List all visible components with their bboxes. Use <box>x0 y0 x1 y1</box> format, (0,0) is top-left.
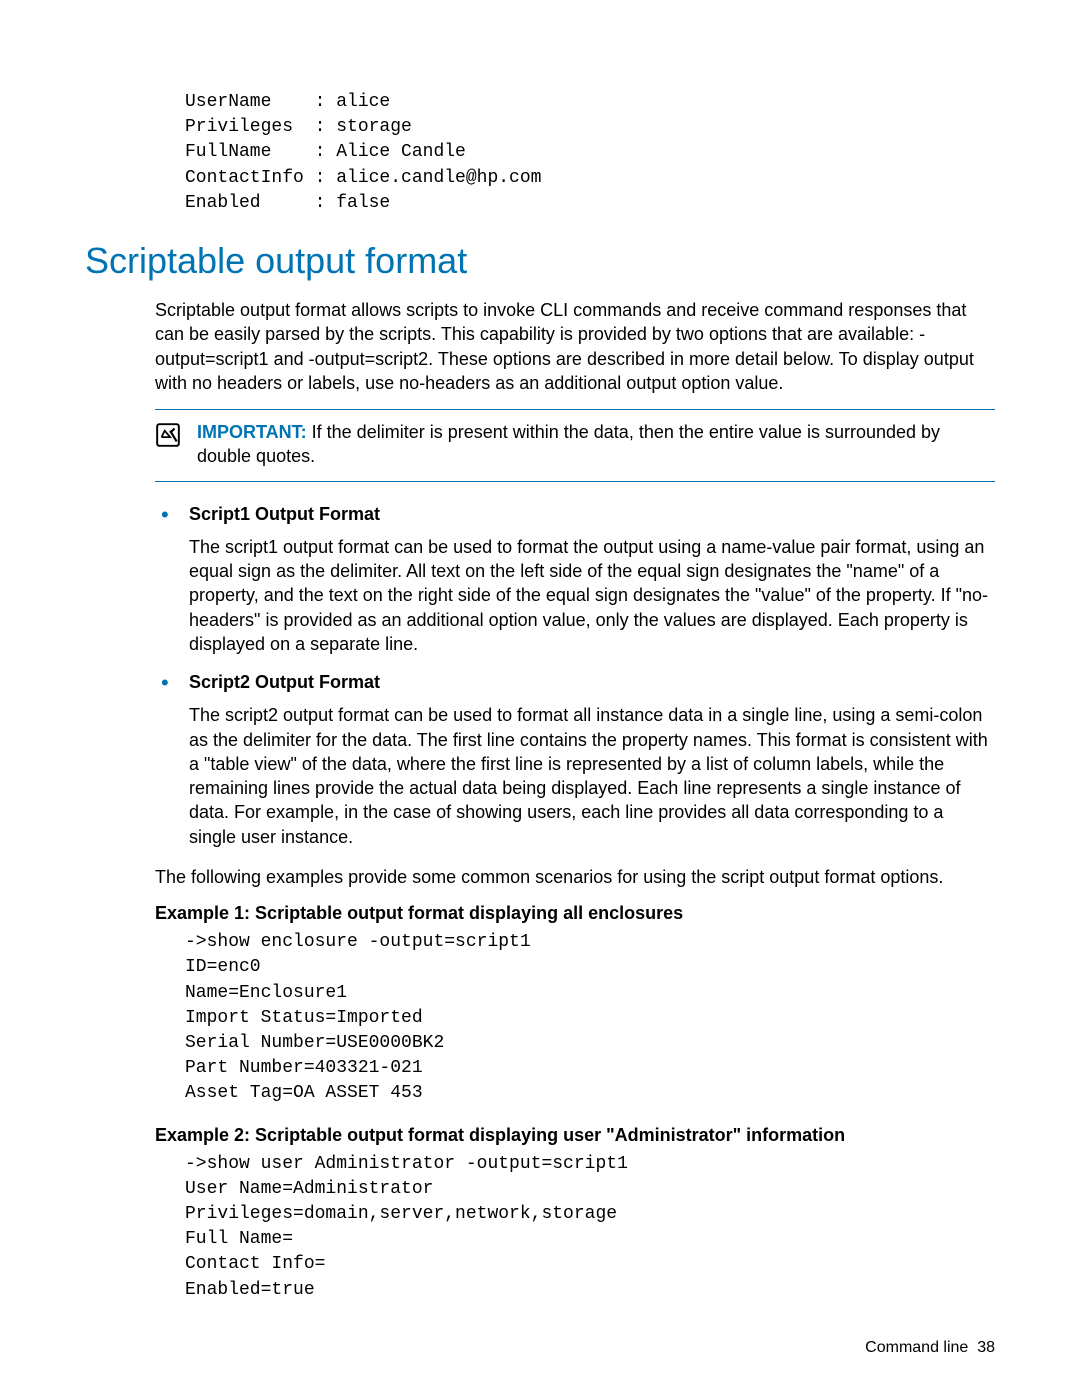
top-code-block: UserName : alice Privileges : storage Fu… <box>185 90 995 216</box>
intro-paragraph: Scriptable output format allows scripts … <box>155 298 995 395</box>
bullet-list: Script1 Output Format The script1 output… <box>155 504 995 849</box>
example-1-title: Example 1: Scriptable output format disp… <box>155 903 995 924</box>
bullet-body: The script1 output format can be used to… <box>189 535 995 656</box>
example-2-title: Example 2: Scriptable output format disp… <box>155 1125 995 1146</box>
footer-section: Command line <box>865 1339 968 1356</box>
important-text: IMPORTANT: If the delimiter is present w… <box>197 420 995 469</box>
example-2-code: ->show user Administrator -output=script… <box>185 1152 995 1303</box>
section-title: Scriptable output format <box>85 240 995 282</box>
footer-page-number: 38 <box>977 1339 995 1356</box>
examples-intro: The following examples provide some comm… <box>155 865 995 889</box>
important-body: If the delimiter is present within the d… <box>197 422 940 466</box>
important-callout: IMPORTANT: If the delimiter is present w… <box>155 409 995 482</box>
page-footer: Command line 38 <box>865 1339 995 1357</box>
important-icon <box>155 422 181 448</box>
bullet-title: Script2 Output Format <box>189 672 995 693</box>
important-label: IMPORTANT: <box>197 422 307 442</box>
bullet-body: The script2 output format can be used to… <box>189 703 995 849</box>
list-item: Script1 Output Format The script1 output… <box>155 504 995 656</box>
example-1-code: ->show enclosure -output=script1 ID=enc0… <box>185 930 995 1106</box>
bullet-title: Script1 Output Format <box>189 504 995 525</box>
list-item: Script2 Output Format The script2 output… <box>155 672 995 849</box>
